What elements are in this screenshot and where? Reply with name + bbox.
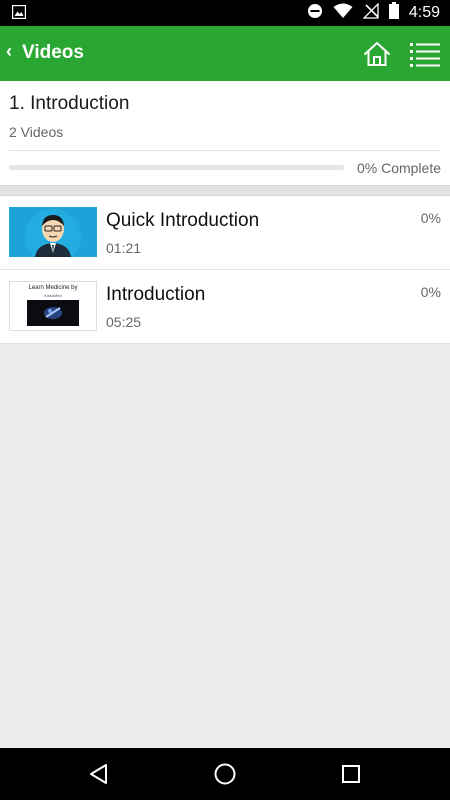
- video-count: 2 Videos: [9, 124, 64, 140]
- status-bar: 4:59: [0, 0, 450, 26]
- progress-label: 0% Complete: [356, 160, 441, 176]
- video-title: Introduction: [106, 284, 206, 305]
- app-bar: ‹ Videos: [0, 26, 450, 81]
- list-item[interactable]: Learn Medicine by KissoMed Introduction …: [0, 270, 450, 344]
- list-menu-icon[interactable]: [410, 40, 440, 68]
- recents-icon[interactable]: [338, 761, 364, 787]
- video-list: Quick Introduction 01:21 0% Learn Medici…: [0, 196, 450, 344]
- system-nav-bar: [0, 748, 450, 800]
- video-progress: 0%: [420, 210, 441, 226]
- back-chevron-icon[interactable]: ‹: [6, 41, 12, 62]
- home-icon[interactable]: [363, 40, 391, 68]
- home-circle-icon[interactable]: [212, 761, 238, 787]
- clock: 4:59: [408, 4, 440, 21]
- video-progress: 0%: [420, 284, 441, 300]
- list-item[interactable]: Quick Introduction 01:21 0%: [0, 196, 450, 270]
- progress-bar: [9, 165, 344, 170]
- video-thumbnail: [9, 207, 97, 257]
- image-notification-icon: [11, 4, 27, 24]
- video-title: Quick Introduction: [106, 210, 260, 231]
- section-header: 1. Introduction 2 Videos 0% Complete: [0, 81, 450, 185]
- video-duration: 01:21: [106, 240, 142, 256]
- page-title[interactable]: Videos: [22, 42, 84, 64]
- video-thumbnail: Learn Medicine by KissoMed: [9, 281, 97, 331]
- do-not-disturb-icon: [307, 3, 323, 24]
- section-title: 1. Introduction: [9, 93, 130, 114]
- divider: [9, 150, 441, 151]
- wifi-icon: [333, 3, 353, 24]
- no-signal-icon: [362, 1, 379, 24]
- back-icon[interactable]: [86, 761, 112, 787]
- video-duration: 05:25: [106, 314, 142, 330]
- battery-icon: [388, 2, 399, 24]
- divider: [0, 185, 450, 196]
